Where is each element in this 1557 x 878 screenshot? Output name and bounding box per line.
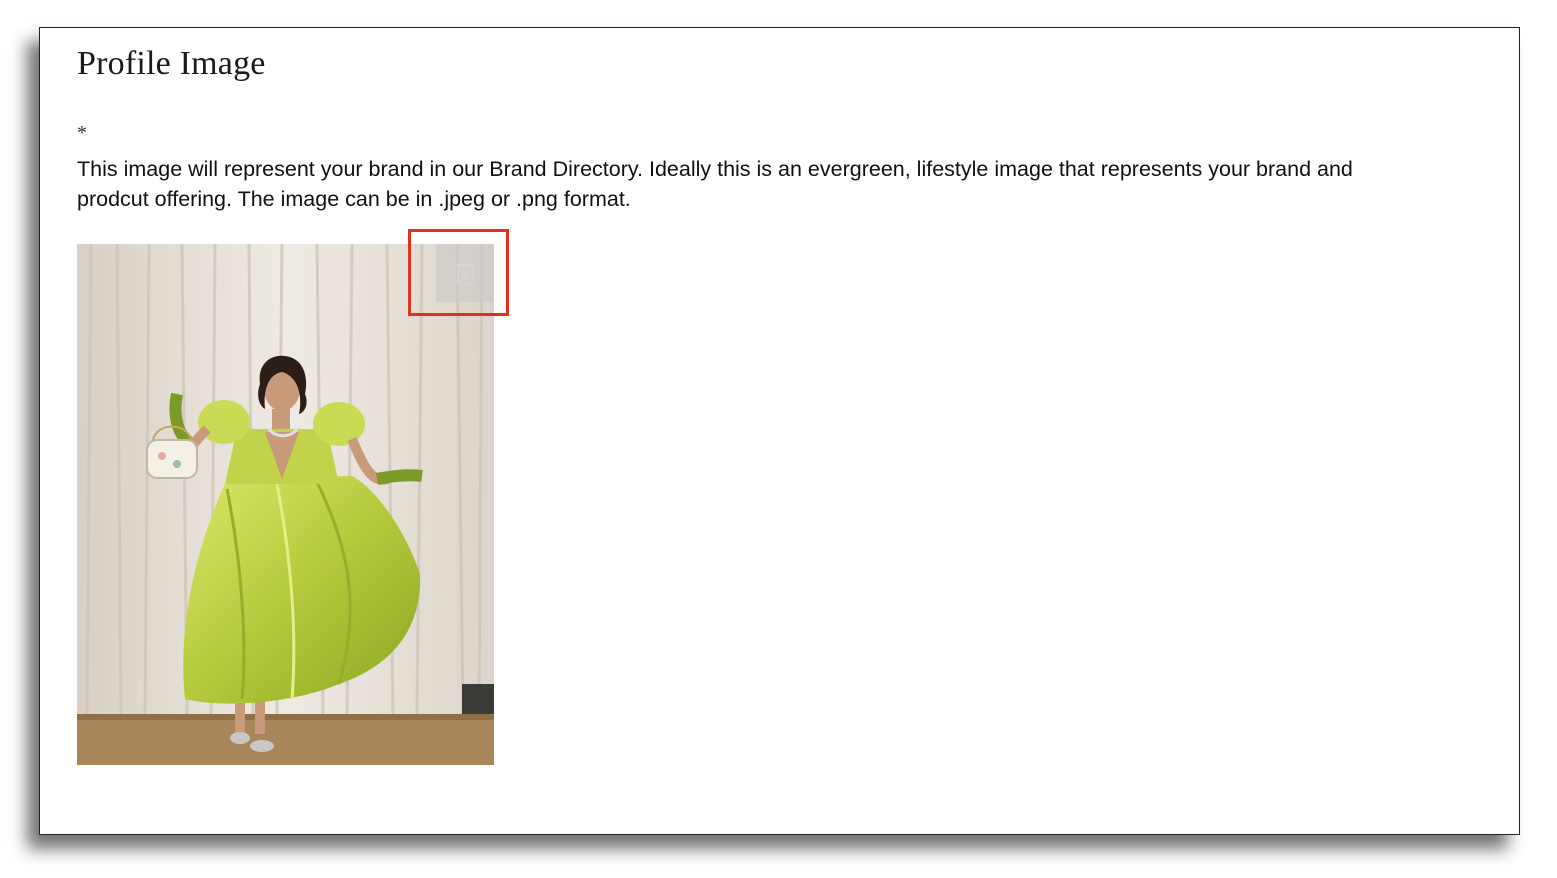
section-title: Profile Image <box>77 45 266 82</box>
uploaded-profile-image <box>77 244 494 765</box>
delete-image-button[interactable] <box>436 244 494 302</box>
trash-icon <box>455 260 475 286</box>
required-marker: * <box>77 122 87 144</box>
profile-photo <box>77 244 494 765</box>
section-description: This image will represent your brand in … <box>77 157 1353 211</box>
profile-image-card: Profile Image * This image will represen… <box>39 27 1520 835</box>
